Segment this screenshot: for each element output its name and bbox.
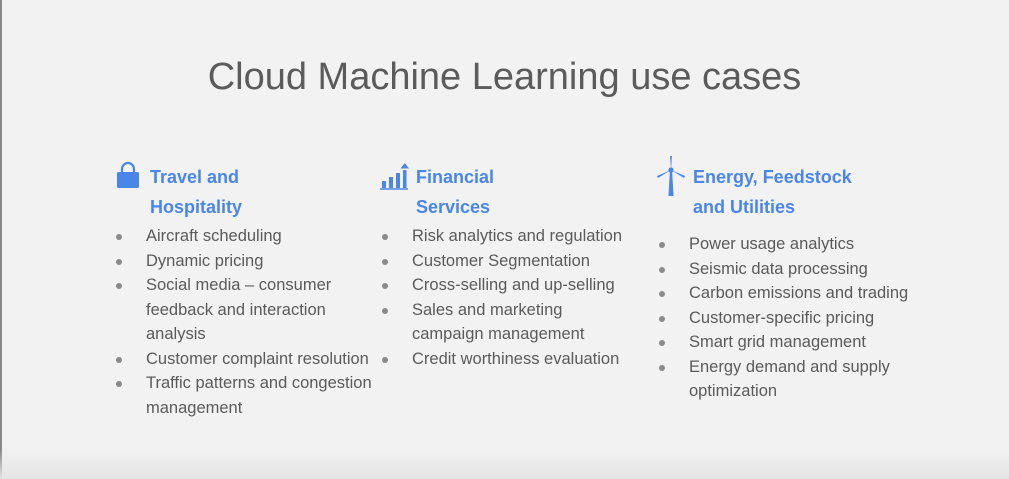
slide: Cloud Machine Learning use cases Travel … xyxy=(0,0,1009,479)
bar-chart-icon xyxy=(378,160,410,192)
bullet-list: Risk analytics and regulation Customer S… xyxy=(378,224,638,371)
shopping-bag-icon xyxy=(112,160,144,192)
use-case-travel-hospitality: Travel and Hospitality Aircraft scheduli… xyxy=(112,160,372,420)
list-item: Social media – consumer feedback and int… xyxy=(112,273,372,347)
use-case-financial-services: Financial Services Risk analytics and re… xyxy=(378,162,638,371)
column-heading: Energy, Feedstock and Utilities xyxy=(655,156,935,222)
bullet-list: Power usage analytics Seismic data proce… xyxy=(655,232,935,404)
list-item: Aircraft scheduling xyxy=(112,224,372,249)
list-item: Seismic data processing xyxy=(655,257,935,282)
list-item: Risk analytics and regulation xyxy=(378,224,638,249)
bottom-shadow xyxy=(0,449,1009,479)
list-item: Power usage analytics xyxy=(655,232,935,257)
list-item: Customer Segmentation xyxy=(378,249,638,274)
slide-title: Cloud Machine Learning use cases xyxy=(207,56,802,98)
list-item: Traffic patterns and congestion manageme… xyxy=(112,371,372,420)
list-item: Credit worthiness evaluation xyxy=(378,347,638,372)
list-item: Cross-selling and up-selling xyxy=(378,273,638,298)
column-heading-text: Travel and Hospitality xyxy=(150,167,243,217)
list-item: Energy demand and supply optimization xyxy=(655,355,935,404)
column-heading: Financial Services xyxy=(378,162,638,222)
use-case-energy-utilities: Energy, Feedstock and Utilities Power us… xyxy=(655,156,935,404)
column-heading-text: Financial Services xyxy=(416,167,495,217)
list-item: Customer-specific pricing xyxy=(655,306,935,331)
list-item: Carbon emissions and trading xyxy=(655,281,935,306)
column-heading-text: Energy, Feedstock and Utilities xyxy=(693,167,852,217)
list-item: Smart grid management xyxy=(655,330,935,355)
list-item: Dynamic pricing xyxy=(112,249,372,274)
bullet-list: Aircraft scheduling Dynamic pricing Soci… xyxy=(112,224,372,420)
list-item: Customer complaint resolution xyxy=(112,347,372,372)
wind-turbine-icon xyxy=(655,156,687,196)
column-heading: Travel and Hospitality xyxy=(112,160,372,222)
list-item: Sales and marketing campaign management xyxy=(378,298,638,347)
